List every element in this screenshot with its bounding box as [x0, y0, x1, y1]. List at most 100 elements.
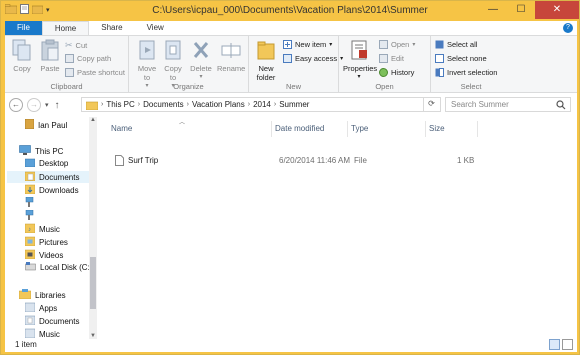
- copy-path-label: Copy path: [77, 54, 112, 63]
- move-to-icon: [139, 40, 155, 60]
- new-folder-button[interactable]: New folder: [253, 39, 279, 82]
- select-all-label: Select all: [447, 40, 478, 49]
- tree-item-documents[interactable]: Documents: [7, 171, 89, 183]
- tree-item-label: Local Disk (C:): [40, 263, 93, 272]
- shortcut-icon: [25, 196, 34, 209]
- properties-button[interactable]: Properties ▾: [343, 39, 377, 82]
- scroll-up-arrow-icon[interactable]: ▲: [89, 117, 97, 123]
- select-group: Select all Select none Invert selection …: [431, 36, 511, 92]
- tree-item-libraries[interactable]: Libraries: [18, 289, 66, 301]
- computer-icon: [19, 145, 31, 157]
- copy-path-icon: [65, 54, 74, 63]
- navigation-pane: Ian Paul This PC Desktop Documents Downl…: [5, 117, 97, 339]
- up-arrow-icon[interactable]: ↑: [55, 100, 60, 111]
- tree-item-label: Apps: [39, 303, 58, 313]
- tree-item-shortcut-1[interactable]: [25, 196, 34, 209]
- cut-button[interactable]: ✂ Cut: [65, 40, 87, 51]
- tree-item-user[interactable]: Ian Paul: [24, 118, 68, 131]
- column-divider[interactable]: [271, 121, 272, 137]
- refresh-icon[interactable]: ⟳: [423, 97, 439, 112]
- file-type: File: [354, 156, 367, 165]
- open-icon: [379, 40, 388, 49]
- breadcrumb-this-pc[interactable]: This PC: [103, 100, 137, 109]
- details-view-icon[interactable]: [549, 339, 560, 350]
- address-bar[interactable]: › This PC › Documents › Vacation Plans ›…: [81, 97, 441, 112]
- new-item-button[interactable]: New item ▾: [283, 40, 332, 49]
- tree-item-lib-documents[interactable]: Documents: [24, 315, 79, 327]
- new-item-dropdown-icon: ▾: [329, 42, 333, 48]
- select-all-icon: [435, 40, 444, 49]
- tree-item-local-disk[interactable]: Local Disk (C:): [25, 262, 92, 273]
- search-input[interactable]: Search Summer: [445, 97, 571, 112]
- tree-item-this-pc[interactable]: This PC: [19, 145, 63, 157]
- paste-button[interactable]: Paste: [37, 39, 63, 73]
- select-group-label: Select: [460, 82, 482, 91]
- column-divider[interactable]: [477, 121, 478, 137]
- select-none-button[interactable]: Select none: [435, 54, 487, 63]
- view-switcher: [549, 339, 573, 350]
- rename-button[interactable]: Rename: [217, 39, 245, 73]
- copy-button[interactable]: Copy: [9, 39, 35, 73]
- column-header-type[interactable]: Type: [351, 121, 368, 137]
- tree-item-lib-music[interactable]: Music: [24, 328, 60, 339]
- history-label: History: [391, 68, 415, 77]
- invert-selection-button[interactable]: Invert selection: [435, 68, 497, 77]
- forward-arrow-icon[interactable]: →: [27, 98, 41, 112]
- edit-button[interactable]: Edit: [379, 54, 404, 63]
- tab-view[interactable]: View: [135, 21, 176, 35]
- navigation-bar: ← → ▾ ↑ › This PC › Documents › Vacation…: [5, 95, 577, 115]
- copy-path-button[interactable]: Copy path: [65, 54, 111, 63]
- back-arrow-icon[interactable]: ←: [9, 98, 23, 112]
- column-header-name[interactable]: Name: [111, 121, 132, 137]
- close-button[interactable]: ✕: [535, 1, 579, 19]
- tab-file[interactable]: File: [5, 21, 42, 35]
- select-all-button[interactable]: Select all: [435, 40, 477, 49]
- open-button[interactable]: Open ▾: [379, 40, 415, 49]
- tree-item-music[interactable]: ♪ Music: [24, 223, 60, 235]
- column-divider[interactable]: [347, 121, 348, 137]
- new-group-label: New: [285, 82, 301, 91]
- breadcrumb-2014[interactable]: 2014: [250, 100, 274, 109]
- column-header-size[interactable]: Size: [429, 121, 445, 137]
- cut-label: Cut: [75, 41, 88, 50]
- paste-shortcut-button[interactable]: Paste shortcut: [65, 68, 125, 77]
- search-icon: [556, 100, 566, 110]
- minimize-button[interactable]: —: [479, 1, 507, 19]
- tree-item-desktop[interactable]: Desktop: [24, 158, 68, 169]
- breadcrumb-vacation-plans[interactable]: Vacation Plans: [189, 100, 248, 109]
- column-divider[interactable]: [425, 121, 426, 137]
- tree-item-shortcut-2[interactable]: [25, 209, 34, 222]
- breadcrumb-summer[interactable]: Summer: [276, 100, 312, 109]
- large-icons-view-icon[interactable]: [562, 339, 573, 350]
- edit-icon: [379, 54, 388, 63]
- tree-item-label: Music: [39, 329, 60, 339]
- tree-item-videos[interactable]: Videos: [24, 249, 64, 261]
- history-button[interactable]: History: [379, 68, 414, 77]
- explorer-window: ▾ C:\Users\icpau_000\Documents\Vacation …: [0, 0, 580, 355]
- tree-item-label: Videos: [39, 250, 64, 260]
- breadcrumb-documents[interactable]: Documents: [140, 100, 186, 109]
- scrollbar-thumb[interactable]: [90, 257, 96, 309]
- tree-item-downloads[interactable]: Downloads: [24, 184, 79, 196]
- open-label: Open: [391, 40, 410, 49]
- tree-item-pictures[interactable]: Pictures: [24, 236, 68, 248]
- navigation-pane-scrollbar[interactable]: ▲ ▼: [89, 117, 97, 339]
- copy-to-label: Copy to: [164, 64, 182, 82]
- tab-home[interactable]: Home: [41, 21, 90, 35]
- easy-access-button[interactable]: Easy access ▾: [283, 54, 343, 63]
- table-row[interactable]: Surf Trip 6/20/2014 11:46 AM File 1 KB: [107, 155, 567, 168]
- recent-locations-icon[interactable]: ▾: [45, 101, 49, 109]
- help-icon[interactable]: ?: [563, 23, 573, 33]
- select-none-icon: [435, 54, 444, 63]
- delete-button[interactable]: Delete ▾: [189, 39, 213, 82]
- copy-to-icon: [165, 40, 181, 60]
- column-header-date-modified[interactable]: Date modified: [275, 121, 324, 137]
- maximize-button[interactable]: ☐: [507, 1, 535, 19]
- file-icon: [115, 155, 124, 166]
- tree-item-label: This PC: [35, 146, 64, 156]
- scissors-icon: ✂: [65, 40, 73, 50]
- tree-item-label: Ian Paul: [38, 120, 68, 130]
- tab-share[interactable]: Share: [89, 21, 134, 35]
- delete-label: Delete: [190, 64, 212, 73]
- tree-item-apps[interactable]: Apps: [24, 302, 58, 314]
